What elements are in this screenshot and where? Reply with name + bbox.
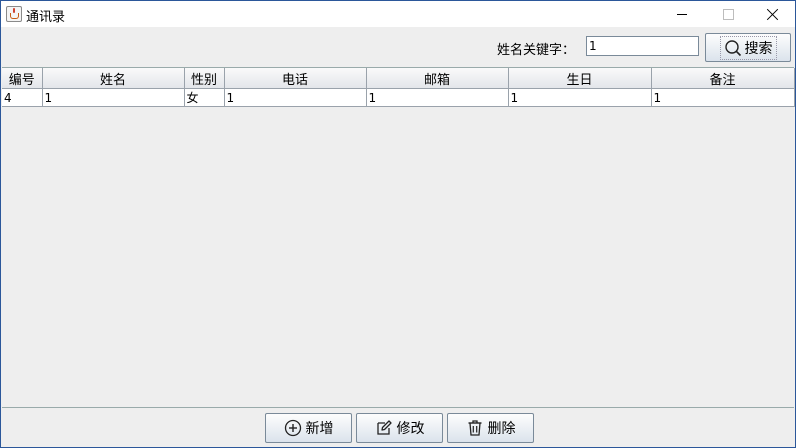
add-button-label: 新增 [305,421,334,437]
delete-button-label: 删除 [487,421,516,437]
cell-gender[interactable]: 女 [184,88,225,107]
delete-button[interactable]: 删除 [447,413,534,443]
edit-button[interactable]: 修改 [356,413,443,443]
maximize-button[interactable] [705,1,751,27]
cell-name[interactable]: 1 [42,88,185,107]
search-icon [724,39,741,56]
search-button[interactable]: 搜索 [705,33,791,62]
column-header-id[interactable]: 编号 [2,68,43,89]
minimize-button[interactable] [659,1,705,27]
column-header-name[interactable]: 姓名 [42,68,185,89]
search-button-label: 搜索 [744,40,773,57]
column-header-gender[interactable]: 性别 [184,68,225,89]
cell-birthday[interactable]: 1 [508,88,652,107]
contacts-table: 编号 姓名 性别 电话 邮箱 生日 备注 4 1 女 1 1 1 1 [2,68,795,107]
java-app-icon [6,6,22,22]
cell-id[interactable]: 4 [2,88,43,107]
column-header-email[interactable]: 邮箱 [366,68,509,89]
edit-button-label: 修改 [396,421,425,437]
close-icon [767,8,779,20]
close-button[interactable] [750,1,796,27]
trash-icon [468,420,481,436]
edit-pencil-icon [376,420,392,435]
cell-email[interactable]: 1 [366,88,509,107]
add-button[interactable]: 新增 [265,413,352,443]
cell-phone[interactable]: 1 [224,88,367,107]
search-label: 姓名关键字： [497,43,576,58]
minimize-icon [677,13,687,15]
contacts-table-scrollpane[interactable]: 编号 姓名 性别 电话 邮箱 生日 备注 4 1 女 1 1 1 1 [2,67,795,408]
cell-notes[interactable]: 1 [651,88,795,107]
title-bar: 通讯录 [1,1,795,27]
table-header-row: 编号 姓名 性别 电话 邮箱 生日 备注 [2,68,795,89]
app-window: 通讯录 姓名关键字： 搜索 编号 姓名 性别 电话 [0,0,796,448]
column-header-notes[interactable]: 备注 [651,68,795,89]
column-header-birthday[interactable]: 生日 [508,68,652,89]
add-circle-icon [284,419,301,437]
table-row[interactable]: 4 1 女 1 1 1 1 [2,88,795,107]
window-title: 通讯录 [26,10,66,25]
name-keyword-input[interactable] [586,36,699,56]
maximize-icon [722,8,734,20]
column-header-phone[interactable]: 电话 [224,68,367,89]
